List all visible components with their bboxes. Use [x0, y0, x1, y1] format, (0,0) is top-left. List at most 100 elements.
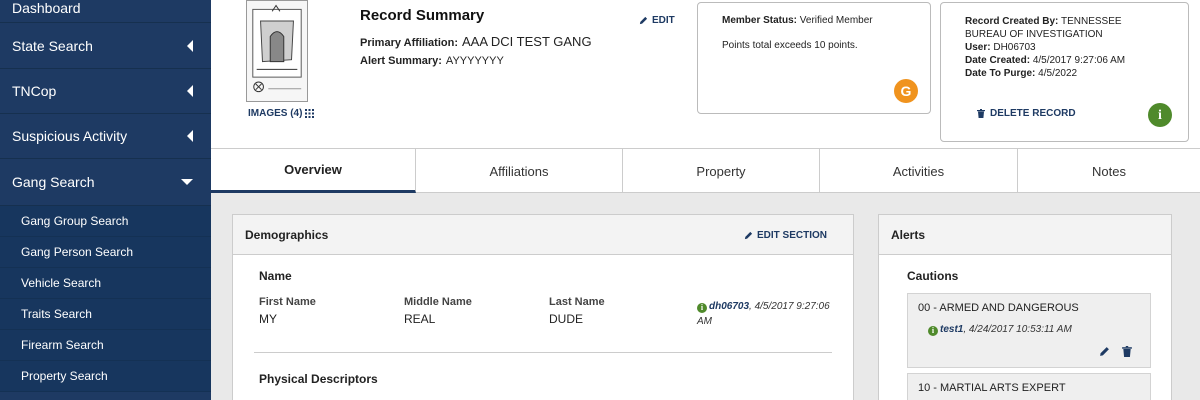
alerts-title: Alerts: [891, 227, 926, 242]
sidebar-item-label: Suspicious Activity: [12, 128, 128, 144]
record-photo-thumbnail[interactable]: [246, 0, 308, 102]
created-by-label: Record Created By:: [965, 16, 1059, 27]
trash-icon[interactable]: [1122, 346, 1132, 357]
alert-summary-row: Alert Summary: AYYYYYYY: [360, 55, 504, 67]
caution-title: 10 - MARTIAL ARTS EXPERT: [918, 382, 1066, 394]
sidebar-subitem-gang-group-search[interactable]: Gang Group Search: [0, 206, 211, 237]
pencil-icon[interactable]: [1099, 346, 1110, 357]
delete-record-button[interactable]: DELETE RECORD: [977, 107, 1076, 120]
last-name-label: Last Name: [549, 296, 605, 308]
caret-left-icon: [187, 40, 193, 52]
tab-property[interactable]: Property: [623, 149, 820, 193]
alert-summary-value: AYYYYYYY: [445, 55, 504, 67]
sidebar-item-state-search[interactable]: State Search: [0, 24, 211, 69]
created-by-row: Record Created By: TENNESSEE BUREAU OF I…: [965, 15, 1164, 41]
caution-title: 00 - ARMED AND DANGEROUS: [918, 302, 1079, 314]
tab-label: Activities: [892, 163, 945, 179]
images-link[interactable]: IMAGES (4): [248, 108, 315, 119]
user-value: DH06703: [993, 42, 1036, 53]
member-status-row: Member Status: Verified Member: [722, 15, 906, 26]
first-name-value: MY: [259, 312, 277, 326]
alerts-panel: Alerts Cautions 00 - ARMED AND DANGEROUS…: [878, 214, 1172, 400]
sidebar-item-label: State Search: [12, 38, 93, 54]
audit-user-link[interactable]: dh06703: [709, 301, 749, 312]
grid-icon: [305, 109, 315, 118]
pencil-icon: [639, 16, 648, 25]
sidebar-subitem-label: Property Search: [21, 369, 108, 383]
trash-icon: [977, 109, 985, 118]
sidebar: Dashboard State Search TNCop Suspicious …: [0, 0, 211, 400]
name-audit-info: i dh06703, 4/5/2017 9:27:06 AM: [697, 299, 837, 329]
caution-item: 00 - ARMED AND DANGEROUS i test1, 4/24/20…: [907, 293, 1151, 368]
record-summary-title: Record Summary: [360, 7, 485, 24]
info-icon: i: [928, 325, 938, 336]
user-row: User: DH06703: [965, 41, 1164, 54]
sidebar-subitem-traits-search[interactable]: Traits Search: [0, 299, 211, 330]
primary-affiliation-label: Primary Affiliation:: [360, 37, 458, 49]
first-name-label: First Name: [259, 296, 316, 308]
member-status-value: Verified Member: [799, 15, 873, 26]
tab-notes[interactable]: Notes: [1018, 149, 1200, 193]
pencil-icon: [744, 231, 753, 240]
sidebar-subitem-label: Firearm Search: [21, 338, 104, 352]
date-purge-label: Date To Purge:: [965, 68, 1036, 79]
sidebar-subitem-gang-person-search[interactable]: Gang Person Search: [0, 237, 211, 268]
sidebar-subitem-label: Vehicle Search: [21, 276, 102, 290]
edit-record-button[interactable]: EDIT: [639, 15, 675, 26]
physical-descriptors-label: Physical Descriptors: [259, 372, 378, 386]
demographics-header: Demographics EDIT SECTION: [233, 215, 853, 255]
points-text: Points total exceeds 10 points.: [722, 40, 858, 51]
edit-section-button[interactable]: EDIT SECTION: [744, 230, 827, 241]
photo-sketch-icon: [252, 4, 302, 93]
delete-record-label: DELETE RECORD: [990, 108, 1076, 119]
sidebar-subitem-firearm-search[interactable]: Firearm Search: [0, 330, 211, 361]
tab-affiliations[interactable]: Affiliations: [416, 149, 623, 193]
last-name-value: DUDE: [549, 312, 584, 326]
tab-label: Notes: [1092, 163, 1126, 179]
middle-name-label: Middle Name: [404, 296, 472, 308]
sidebar-item-tncop[interactable]: TNCop: [0, 69, 211, 114]
date-created-row: Date Created: 4/5/2017 9:27:06 AM: [965, 54, 1164, 67]
primary-affiliation-value: AAA DCI TEST GANG: [462, 34, 592, 49]
caution-actions: [1099, 346, 1132, 357]
edit-label: EDIT: [652, 15, 675, 26]
sidebar-subitem-label: Traits Search: [21, 307, 92, 321]
user-label: User:: [965, 42, 991, 53]
gang-badge: G: [894, 79, 918, 103]
name-section-label: Name: [259, 269, 292, 283]
tab-activities[interactable]: Activities: [820, 149, 1018, 193]
sidebar-item-label: TNCop: [12, 83, 57, 99]
caution-audit-info: i test1, 4/24/2017 10:53:11 AM: [928, 324, 1072, 336]
sidebar-subitem-label: Gang Group Search: [21, 214, 129, 228]
sidebar-item-gang-search[interactable]: Gang Search: [0, 159, 211, 206]
date-purge-row: Date To Purge: 4/5/2022: [965, 67, 1164, 80]
caret-down-icon: [181, 179, 193, 185]
date-created-value: 4/5/2017 9:27:06 AM: [1032, 55, 1126, 66]
tab-label: Property: [696, 163, 746, 179]
alerts-header: Alerts: [879, 215, 1171, 255]
sidebar-item-label: Gang Search: [12, 174, 95, 190]
sidebar-subitem-label: Gang Person Search: [21, 245, 134, 259]
date-purge-value: 4/5/2022: [1038, 68, 1078, 79]
sidebar-item-label: Dashboard: [12, 0, 81, 16]
info-icon: i: [697, 302, 707, 313]
caution-item: 10 - MARTIAL ARTS EXPERT: [907, 373, 1151, 400]
sidebar-item-dashboard[interactable]: Dashboard: [0, 0, 211, 23]
tab-label: Affiliations: [489, 163, 549, 179]
sidebar-item-suspicious-activity[interactable]: Suspicious Activity: [0, 114, 211, 159]
primary-affiliation-row: Primary Affiliation: AAA DCI TEST GANG: [360, 34, 592, 49]
member-status-label: Member Status:: [722, 15, 798, 26]
cautions-label: Cautions: [907, 269, 959, 283]
info-badge[interactable]: i: [1148, 103, 1172, 127]
sidebar-subitem-vehicle-search[interactable]: Vehicle Search: [0, 268, 211, 299]
sidebar-subitem-property-search[interactable]: Property Search: [0, 361, 211, 392]
record-info-card: Record Created By: TENNESSEE BUREAU OF I…: [940, 2, 1189, 142]
alert-summary-label: Alert Summary:: [360, 55, 442, 67]
caret-left-icon: [187, 130, 193, 142]
gang-search-submenu: Gang Group Search Gang Person Search Veh…: [0, 206, 211, 392]
member-status-card: Member Status: Verified Member Points to…: [697, 2, 931, 114]
caution-user-link[interactable]: test1: [940, 324, 963, 335]
tab-label: Overview: [284, 162, 342, 177]
edit-section-label: EDIT SECTION: [756, 230, 827, 241]
tab-overview[interactable]: Overview: [211, 149, 416, 193]
